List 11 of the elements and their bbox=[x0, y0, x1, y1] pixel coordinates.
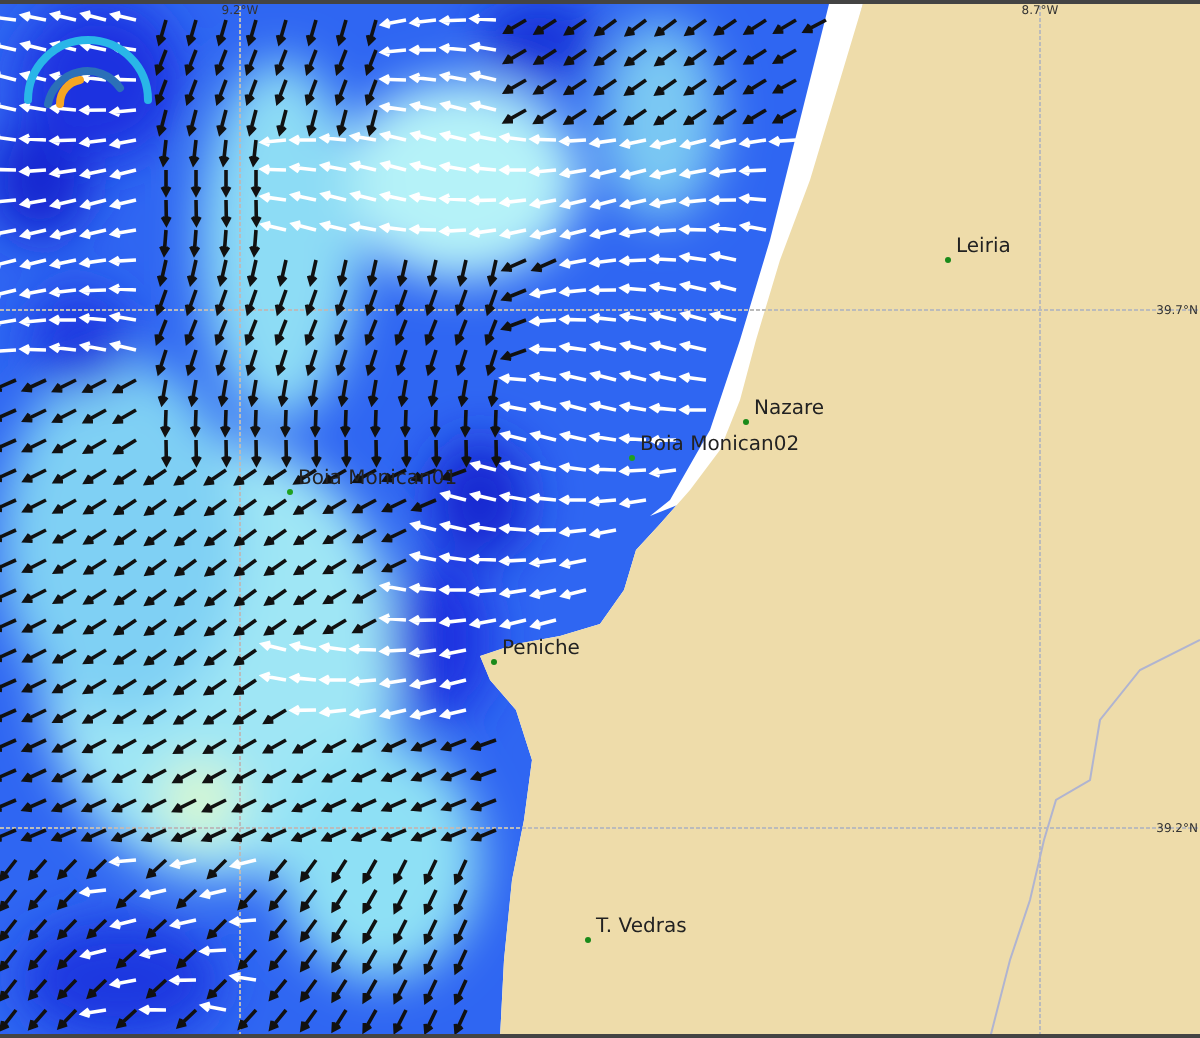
place-label: Peniche bbox=[502, 638, 580, 660]
location-dot bbox=[491, 659, 497, 665]
place-label: Nazare bbox=[754, 398, 825, 420]
location-dot bbox=[945, 257, 951, 263]
location-dot bbox=[585, 937, 591, 943]
place-label: T. Vedras bbox=[596, 916, 687, 938]
location-dot bbox=[629, 455, 635, 461]
location-dot bbox=[743, 419, 749, 425]
place-label: Leiria bbox=[956, 236, 1011, 258]
location-dot bbox=[287, 489, 293, 495]
logo-icon bbox=[24, 36, 152, 108]
